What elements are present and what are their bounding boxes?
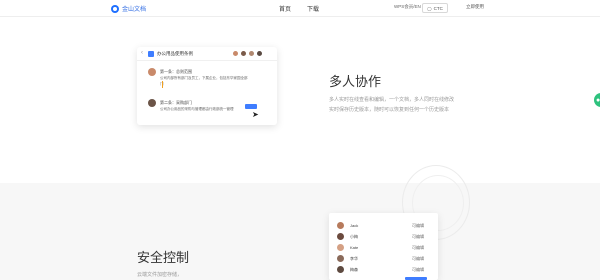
permission-dropdown[interactable]: 可编辑 xyxy=(412,256,424,262)
member-language-link[interactable]: WPS会员/EN xyxy=(394,4,421,10)
top-navigation-bar: 金山文档 首页 下载 WPS会员/EN ◯ CTC 立即使用 xyxy=(0,0,600,17)
entry-title: 第一条：总则范围 xyxy=(160,69,192,74)
avatar xyxy=(337,266,344,273)
list-item: 李华 可编辑 xyxy=(337,254,432,264)
avatar xyxy=(256,50,263,57)
edit-caret xyxy=(162,81,163,88)
entry-text: 公司内部所有部门及员工，下属企业，包括东华家园全部 xyxy=(160,76,248,80)
selection-tag xyxy=(245,104,257,109)
member-name: 梅森 xyxy=(350,267,358,272)
user-icon: ◯ xyxy=(427,5,432,11)
list-item: 小梅 可编辑 xyxy=(337,232,432,242)
avatar xyxy=(148,68,156,76)
collaboration-desc-line: 实时保存历史版本，随时可以恢复到任何一个历史版本 xyxy=(329,107,450,113)
document-icon xyxy=(148,51,154,57)
permission-dropdown[interactable]: 可编辑 xyxy=(412,267,424,273)
security-headline: 安全控制 xyxy=(137,250,190,265)
start-using-link[interactable]: 立即使用 xyxy=(466,4,484,10)
member-name: 小梅 xyxy=(350,234,358,239)
avatar xyxy=(337,255,344,262)
list-item: Jack 可编辑 xyxy=(337,221,432,231)
nav-download[interactable]: 下载 xyxy=(307,4,319,13)
security-desc: 云端文件加密存储， xyxy=(137,272,183,278)
member-name: Jack xyxy=(350,223,359,228)
brand-name: 金山文档 xyxy=(122,7,147,13)
security-section xyxy=(0,183,600,280)
document-header: ‹ 办公用品使用条例 xyxy=(137,47,277,61)
permission-list-card: Jack 可编辑 小梅 可编辑 Kate 可编辑 李华 可编辑 梅森 可编辑 xyxy=(329,213,438,280)
permission-dropdown[interactable]: 可编辑 xyxy=(412,223,424,229)
avatar xyxy=(232,50,239,57)
collaborator-avatars xyxy=(232,50,263,57)
list-item: Kate 可编辑 xyxy=(337,243,432,253)
avatar xyxy=(337,233,344,240)
nav-home[interactable]: 首页 xyxy=(279,4,291,13)
avatar xyxy=(148,99,156,107)
avatar xyxy=(337,222,344,229)
avatar xyxy=(337,244,344,251)
login-label: CTC xyxy=(433,5,443,11)
chat-icon: ● xyxy=(596,96,600,104)
login-button[interactable]: ◯ CTC xyxy=(422,3,448,13)
cloud-logo-icon xyxy=(111,4,119,13)
member-name: Kate xyxy=(350,245,359,250)
avatar xyxy=(240,50,247,57)
permission-dropdown[interactable]: 可编辑 xyxy=(412,245,424,251)
collaboration-section xyxy=(0,17,600,183)
collaboration-desc-line: 多人实时在线查看和编辑，一个文档，多人同时在线修改 xyxy=(329,97,455,103)
avatar xyxy=(248,50,255,57)
mouse-pointer-icon: ➤ xyxy=(252,110,259,119)
brand-logo-link[interactable]: 金山文档 xyxy=(111,3,146,14)
member-name: 李华 xyxy=(350,256,358,261)
list-item: 梅森 可编辑 xyxy=(337,265,432,275)
collaboration-headline: 多人协作 xyxy=(329,74,382,89)
back-arrow-icon[interactable]: ‹ xyxy=(141,50,143,56)
entry-title: 第二条：采购部门 xyxy=(160,100,192,105)
document-title: 办公用品使用条例 xyxy=(157,51,193,56)
entry-text: 公司办公用品的采购与管理都由行政部统一管理 xyxy=(160,107,234,111)
permission-dropdown[interactable]: 可编辑 xyxy=(412,234,424,240)
